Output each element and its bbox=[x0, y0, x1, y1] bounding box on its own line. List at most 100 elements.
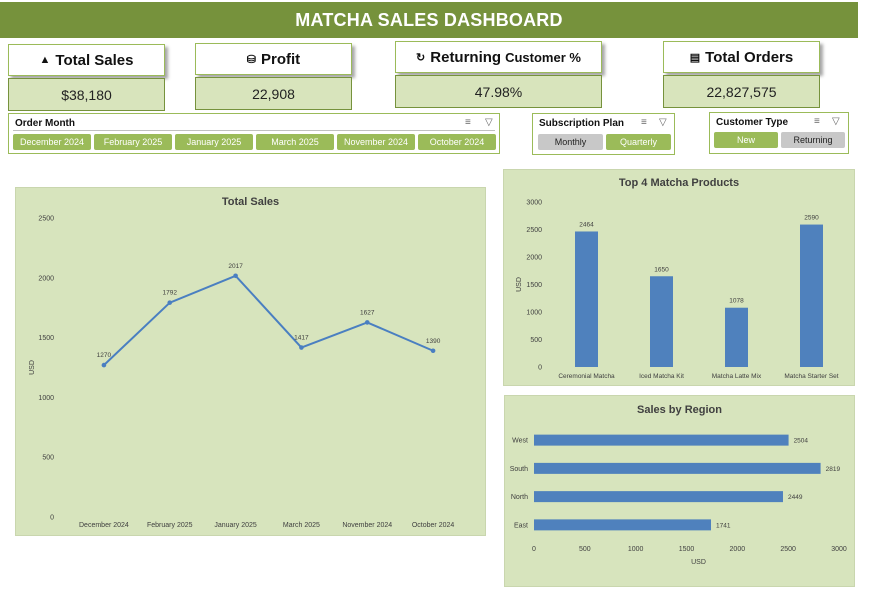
data-point bbox=[364, 320, 370, 325]
data-label: 2017 bbox=[228, 263, 243, 270]
y-tick-label: 2000 bbox=[526, 255, 542, 262]
multi-select-icon[interactable]: ≡ bbox=[465, 117, 471, 128]
slicer-item-march-2025[interactable]: March 2025 bbox=[256, 134, 334, 150]
data-label: 1650 bbox=[654, 266, 669, 273]
x-tick-label: 2500 bbox=[780, 546, 796, 553]
x-tick-label: 2000 bbox=[730, 546, 746, 553]
x-tick-label: November 2024 bbox=[342, 522, 392, 529]
region-bar bbox=[534, 434, 789, 446]
y-tick-label: North bbox=[511, 494, 528, 501]
data-label: 1627 bbox=[360, 309, 375, 316]
multi-select-icon[interactable]: ≡ bbox=[814, 116, 820, 127]
total-orders-label: Total Orders bbox=[705, 48, 794, 66]
coins-icon: ⛁ bbox=[246, 53, 257, 66]
x-tick-label: 500 bbox=[579, 546, 591, 553]
data-label: 2464 bbox=[579, 221, 594, 228]
slicer-item-monthly[interactable]: Monthly bbox=[538, 134, 603, 150]
data-label: 1390 bbox=[426, 338, 441, 345]
total-sales-label: Total Sales bbox=[55, 51, 134, 69]
y-tick-label: West bbox=[512, 438, 528, 445]
slicer-item-february-2025[interactable]: February 2025 bbox=[94, 134, 172, 150]
y-tick-label: 1500 bbox=[38, 335, 54, 342]
data-point bbox=[233, 273, 238, 279]
total-sales-value: $38,180 bbox=[8, 78, 165, 111]
product-bar bbox=[800, 224, 823, 367]
x-tick-label: October 2024 bbox=[412, 522, 455, 529]
data-point bbox=[430, 348, 436, 354]
slicer-item-january-2025[interactable]: January 2025 bbox=[175, 134, 253, 150]
customer-type-slicer: Customer Type ≡ ▽ New Returning bbox=[709, 112, 849, 154]
product-bar bbox=[575, 231, 598, 367]
y-axis-label: USD bbox=[516, 277, 523, 292]
profit-value: 22,908 bbox=[195, 77, 352, 110]
total-orders-value: 22,827,575 bbox=[663, 75, 820, 108]
y-tick-label: 3000 bbox=[526, 200, 542, 207]
slicer-item-december-2024[interactable]: December 2024 bbox=[13, 134, 91, 150]
sales-by-region-chart[interactable]: Sales by Region 0 500 1000 1500 2000 2500 3000… bbox=[504, 395, 855, 587]
data-label: 1792 bbox=[163, 290, 178, 297]
y-tick-label: 0 bbox=[538, 365, 542, 372]
y-tick-label: 1500 bbox=[526, 282, 542, 289]
x-tick-label: December 2024 bbox=[79, 522, 129, 529]
total-sales-chart[interactable]: Total Sales 0 500 1000 1500 2000 2500 USD Decem… bbox=[15, 187, 486, 536]
x-tick-label: Matcha Latte Mix bbox=[712, 373, 762, 380]
total-sales-line-svg: 0 500 1000 1500 2000 2500 USD December 2024 Febr… bbox=[29, 216, 455, 530]
x-tick-label: 3000 bbox=[831, 546, 847, 553]
returning-label: Returning bbox=[430, 48, 502, 66]
returning-card-header: ↻ Returning Customer % bbox=[395, 41, 602, 73]
data-point bbox=[299, 345, 304, 350]
x-tick-label: Ceremonial Matcha bbox=[558, 373, 615, 380]
x-axis-label: USD bbox=[691, 559, 706, 566]
data-label: 2819 bbox=[826, 466, 841, 473]
money-stack-icon: ▲ bbox=[39, 54, 51, 66]
slicer-item-november-2024[interactable]: November 2024 bbox=[337, 134, 415, 150]
x-tick-label: Matcha Starter Set bbox=[784, 373, 838, 380]
data-label: 2590 bbox=[804, 215, 819, 222]
y-tick-label: 1000 bbox=[38, 395, 54, 402]
sales-series-line bbox=[103, 274, 434, 366]
data-point bbox=[167, 300, 173, 305]
data-label: 1417 bbox=[294, 335, 309, 342]
y-tick-label: 500 bbox=[42, 455, 54, 462]
region-bar bbox=[534, 519, 712, 531]
x-tick-label: March 2025 bbox=[283, 522, 320, 529]
data-label: 1270 bbox=[97, 352, 112, 359]
profit-card-header: ⛁ Profit bbox=[195, 43, 352, 75]
data-point bbox=[101, 362, 107, 368]
x-tick-label: 0 bbox=[532, 546, 536, 553]
slicer-item-new[interactable]: New bbox=[714, 132, 778, 148]
receipt-icon: ▤ bbox=[689, 51, 701, 64]
total-sales-card-header: ▲ Total Sales bbox=[8, 44, 165, 76]
clear-filter-icon[interactable]: ▽ bbox=[659, 117, 667, 128]
x-tick-label: 1500 bbox=[679, 546, 695, 553]
product-bar bbox=[725, 307, 748, 367]
data-label: 2449 bbox=[788, 494, 803, 501]
returning-value: 47.98% bbox=[395, 75, 602, 108]
multi-select-icon[interactable]: ≡ bbox=[641, 117, 647, 128]
product-bar bbox=[650, 276, 673, 367]
customer-type-slicer-title: Customer Type bbox=[716, 117, 789, 128]
y-tick-label: 2500 bbox=[38, 216, 54, 223]
x-tick-label: 1000 bbox=[628, 546, 644, 553]
slicer-item-october-2024[interactable]: October 2024 bbox=[418, 134, 496, 150]
total-orders-card-header: ▤ Total Orders bbox=[663, 41, 820, 73]
clear-filter-icon[interactable]: ▽ bbox=[832, 116, 840, 127]
returning-label-small: Customer % bbox=[505, 49, 581, 65]
y-tick-label: 0 bbox=[50, 515, 54, 522]
x-tick-label: January 2025 bbox=[214, 522, 257, 529]
clear-filter-icon[interactable]: ▽ bbox=[485, 117, 493, 128]
sales-by-region-bar-svg: 0 500 1000 1500 2000 2500 3000 USD 2504 West 2819 S… bbox=[510, 434, 847, 566]
slicer-item-returning[interactable]: Returning bbox=[781, 132, 845, 148]
slicer-item-quarterly[interactable]: Quarterly bbox=[606, 134, 671, 150]
order-month-slicer: Order Month ≡ ▽ December 2024 February 2… bbox=[8, 113, 500, 154]
dashboard-title: MATCHA SALES DASHBOARD bbox=[0, 2, 858, 38]
y-tick-label: 2500 bbox=[526, 227, 542, 234]
order-month-slicer-title: Order Month bbox=[15, 118, 75, 129]
top-products-chart[interactable]: Top 4 Matcha Products 0 500 1000 1500 2000 25… bbox=[503, 169, 855, 386]
slicer-divider bbox=[13, 130, 495, 131]
y-tick-label: 1000 bbox=[526, 310, 542, 317]
subscription-plan-slicer: Subscription Plan ≡ ▽ Monthly Quarterly bbox=[532, 113, 675, 155]
y-axis-label: USD bbox=[29, 360, 36, 375]
x-tick-label: February 2025 bbox=[147, 522, 193, 529]
y-tick-label: East bbox=[514, 522, 528, 529]
